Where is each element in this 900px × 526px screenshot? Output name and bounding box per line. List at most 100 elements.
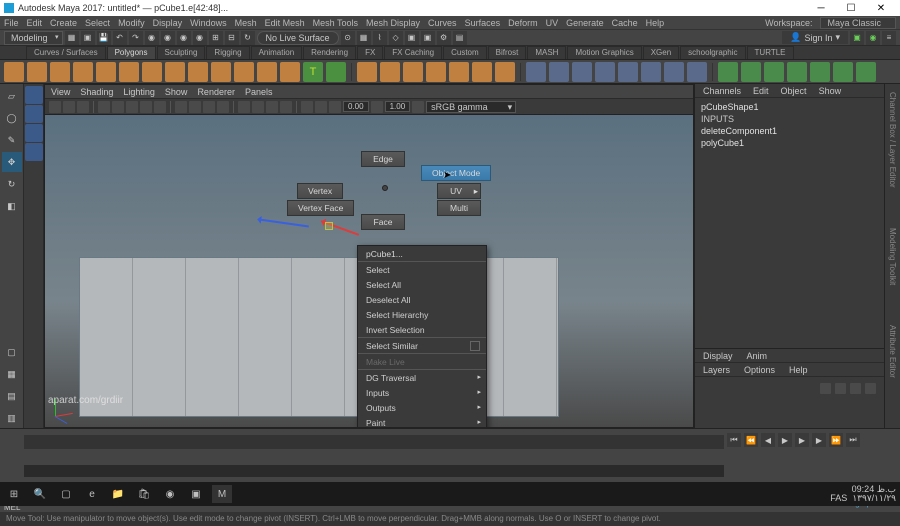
tab-options[interactable]: Options (744, 365, 775, 375)
no-live-surface[interactable]: No Live Surface (257, 31, 339, 45)
vp-icon[interactable] (140, 101, 152, 113)
close-button[interactable]: ✕ (866, 0, 896, 16)
reduce-icon[interactable] (449, 62, 469, 82)
shelf-tab-fxcaching[interactable]: FX Caching (384, 46, 442, 59)
start-button[interactable]: ⊞ (4, 485, 24, 503)
scale-tool[interactable]: ◧ (2, 196, 22, 216)
vp-icon[interactable] (175, 101, 187, 113)
step-forward-button[interactable]: ⏩ (829, 433, 843, 447)
statusline-icon[interactable]: ↷ (129, 31, 143, 45)
menu-cache[interactable]: Cache (612, 18, 638, 28)
shelf-tab-polygons[interactable]: Polygons (107, 46, 156, 59)
tab-display[interactable]: Display (703, 351, 733, 361)
render-settings-icon[interactable]: ⚙ (437, 31, 451, 45)
camtasia-icon[interactable]: ▣ (186, 485, 206, 503)
vp-icon[interactable] (315, 101, 327, 113)
layout-four-icon[interactable]: ▦ (2, 364, 22, 384)
shelf-tab-sculpting[interactable]: Sculpting (157, 46, 206, 59)
ctx-paint[interactable]: Paint (358, 415, 486, 427)
poly-pipe-icon[interactable] (234, 62, 254, 82)
menu-file[interactable]: File (4, 18, 19, 28)
layout-preset[interactable] (25, 143, 43, 161)
chrome-icon[interactable]: ◉ (160, 485, 180, 503)
ctx-deselect-all[interactable]: Deselect All (358, 292, 486, 307)
tab-edit[interactable]: Edit (753, 86, 769, 96)
poly-platonic-icon[interactable] (165, 62, 185, 82)
time-slider[interactable] (24, 435, 724, 449)
layout-stack-icon[interactable]: ▥ (2, 408, 22, 428)
ctx-select[interactable]: Select (358, 262, 486, 277)
layer-btn[interactable] (820, 383, 831, 394)
ctx-select-hierarchy[interactable]: Select Hierarchy (358, 307, 486, 322)
menu-create[interactable]: Create (50, 18, 77, 28)
play-back-button[interactable]: ▶ (778, 433, 792, 447)
vp-icon[interactable] (63, 101, 75, 113)
poly-prism-icon[interactable] (211, 62, 231, 82)
system-clock[interactable]: 09:24 ب.ظ FAS ۱۳۹۷/۱۱/۲۹ (830, 485, 896, 503)
minimize-button[interactable]: ─ (806, 0, 836, 16)
grid-snap-icon[interactable]: ▦ (357, 31, 371, 45)
sidetab-channelbox[interactable]: Channel Box / Layer Editor (888, 92, 897, 188)
task-view-icon[interactable]: ▢ (56, 485, 76, 503)
vp-icon[interactable] (252, 101, 264, 113)
target-weld-icon[interactable] (687, 62, 707, 82)
play-forward-button[interactable]: ▶ (795, 433, 809, 447)
vp-icon[interactable] (266, 101, 278, 113)
shelf-tab-turtle[interactable]: TURTLE (747, 46, 794, 59)
vp-menu-view[interactable]: View (51, 87, 70, 97)
vp-menu-panels[interactable]: Panels (245, 87, 273, 97)
menu-windows[interactable]: Windows (190, 18, 227, 28)
menu-mesh-display[interactable]: Mesh Display (366, 18, 420, 28)
sidetab-modeling-toolkit[interactable]: Modeling Toolkit (888, 228, 897, 285)
statusline-icon[interactable]: ⊟ (225, 31, 239, 45)
statusline-icon[interactable]: ◉ (161, 31, 175, 45)
mode-dropdown[interactable]: Modeling (4, 31, 63, 45)
store-icon[interactable]: 🛍 (134, 485, 154, 503)
range-slider[interactable] (24, 465, 724, 477)
marking-edge[interactable]: Edge (361, 151, 405, 167)
statusline-icon[interactable]: ◉ (177, 31, 191, 45)
poly-helix-icon[interactable] (257, 62, 277, 82)
menu-help[interactable]: Help (646, 18, 665, 28)
vp-icon[interactable] (154, 101, 166, 113)
vp-icon[interactable] (329, 101, 341, 113)
marketplace-icon[interactable]: ▣ (850, 31, 864, 45)
go-end-button[interactable]: ⏭ (846, 433, 860, 447)
center-handle[interactable] (325, 222, 333, 230)
search-icon[interactable]: 🔍 (30, 485, 50, 503)
statusline-icon[interactable]: ↻ (241, 31, 255, 45)
statusline-icon[interactable]: ↶ (113, 31, 127, 45)
append-icon[interactable] (595, 62, 615, 82)
sign-in-button[interactable]: 👤Sign In▾ (782, 31, 848, 44)
shelf-tab-schoolgraphic[interactable]: schoolgraphic (680, 46, 745, 59)
maximize-button[interactable]: ☐ (836, 0, 866, 16)
boolean-icon[interactable] (426, 62, 446, 82)
ctx-select-all[interactable]: Select All (358, 277, 486, 292)
render-icon[interactable]: ▣ (405, 31, 419, 45)
magnet-icon[interactable]: ⊙ (341, 31, 355, 45)
vp-icon[interactable] (301, 101, 313, 113)
poly-pyramid-icon[interactable] (188, 62, 208, 82)
crease-icon[interactable] (833, 62, 853, 82)
statusline-icon[interactable]: ◉ (145, 31, 159, 45)
gamma-field[interactable]: 1.00 (385, 101, 411, 112)
shelf-tab-animation[interactable]: Animation (251, 46, 303, 59)
marking-uv[interactable]: UV (437, 183, 481, 199)
paint-select-tool[interactable]: ✎ (2, 130, 22, 150)
marking-face[interactable]: Face (361, 214, 405, 230)
channel-body[interactable]: pCubeShape1 INPUTS deleteComponent1 poly… (695, 98, 884, 348)
sidetab-attribute-editor[interactable]: Attribute Editor (888, 325, 897, 378)
tab-layers[interactable]: Layers (703, 365, 730, 375)
menu-mesh[interactable]: Mesh (235, 18, 257, 28)
shelf-tab-motiongraphics[interactable]: Motion Graphics (567, 46, 641, 59)
connect-icon[interactable] (787, 62, 807, 82)
lasso-tool[interactable]: ◯ (2, 108, 22, 128)
shelf-tab-curves[interactable]: Curves / Surfaces (26, 46, 106, 59)
collapse-icon[interactable] (641, 62, 661, 82)
separate-icon[interactable] (380, 62, 400, 82)
offset-edge-icon[interactable] (764, 62, 784, 82)
menu-select[interactable]: Select (85, 18, 110, 28)
poly-plane-icon[interactable] (119, 62, 139, 82)
vp-icon[interactable] (238, 101, 250, 113)
marking-vertex-face[interactable]: Vertex Face (287, 200, 354, 216)
